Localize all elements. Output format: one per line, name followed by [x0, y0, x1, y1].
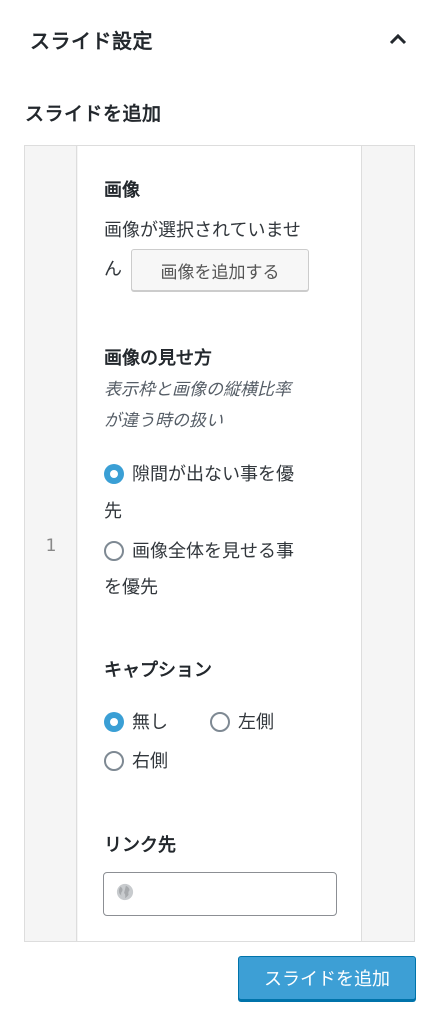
- slide-handle-column[interactable]: [361, 146, 414, 941]
- caption-option-right[interactable]: 右側: [104, 743, 168, 780]
- radio-button[interactable]: [104, 464, 124, 484]
- globe-icon: [116, 883, 134, 905]
- fit-option-contain[interactable]: 画像全体を見せる事: [104, 533, 294, 570]
- radio-label: 右側: [132, 751, 168, 772]
- radio-label: 無し: [132, 712, 168, 733]
- fit-description-line1: 表示枠と画像の縦横比率: [104, 380, 291, 400]
- slide-settings: 画像 画像が選択されていませ ん 画像を追加する 画像の見せ方 表示枠と画像の縦…: [78, 146, 362, 941]
- panel-header[interactable]: スライド設定: [0, 0, 440, 78]
- radio-label: 隙間が出ない事を優: [132, 464, 294, 485]
- image-field-title: 画像: [104, 180, 140, 201]
- radio-button[interactable]: [104, 751, 124, 771]
- radio-button[interactable]: [104, 712, 124, 732]
- add-image-button[interactable]: 画像を追加する: [131, 249, 309, 291]
- radio-button[interactable]: [210, 712, 230, 732]
- slide-number: 1: [45, 536, 57, 556]
- radio-button[interactable]: [104, 541, 124, 561]
- fit-option-contain-line2: を優先: [104, 577, 158, 598]
- caption-option-left[interactable]: 左側: [210, 704, 274, 741]
- link-field-title: リンク先: [104, 835, 176, 856]
- chevron-up-icon[interactable]: [386, 27, 410, 51]
- link-url-input[interactable]: [103, 872, 337, 916]
- fit-field-title: 画像の見せ方: [104, 348, 212, 369]
- slide-index-column[interactable]: 1: [25, 146, 77, 941]
- caption-field-title: キャプション: [104, 660, 212, 681]
- fit-option-cover[interactable]: 隙間が出ない事を優: [104, 456, 294, 493]
- image-status-line1: 画像が選択されていませ: [104, 220, 301, 241]
- slide-item: 1 画像 画像が選択されていませ ん 画像を追加する 画像の見せ方 表示枠と画像…: [24, 145, 415, 942]
- caption-option-none[interactable]: 無し: [104, 704, 168, 741]
- fit-option-cover-line2: 先: [104, 501, 122, 522]
- add-slide-button[interactable]: スライドを追加: [238, 956, 416, 1000]
- panel-title: スライド設定: [30, 28, 153, 53]
- image-status-line2: ん: [104, 259, 122, 280]
- radio-label: 画像全体を見せる事: [132, 541, 294, 562]
- radio-label: 左側: [238, 712, 274, 733]
- fit-description-line2: が違う時の扱い: [104, 411, 223, 431]
- section-label: スライドを追加: [25, 103, 162, 125]
